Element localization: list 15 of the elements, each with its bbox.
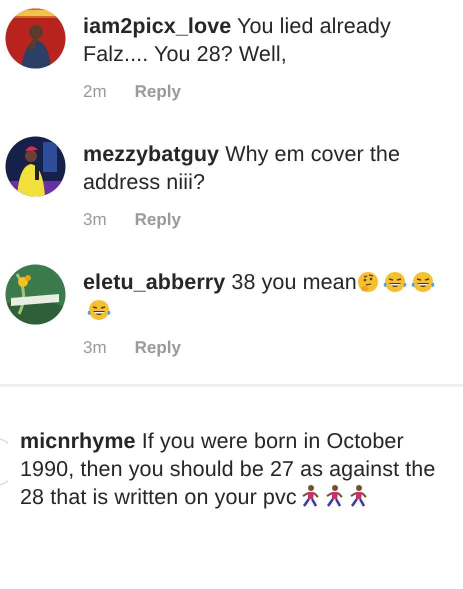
timestamp: 3m	[83, 210, 107, 230]
laughing-face-icon	[382, 271, 407, 293]
timestamp: 2m	[83, 82, 107, 102]
thinking-face-icon	[356, 271, 379, 293]
comment-text: eletu_abberry 38 you mean	[83, 268, 455, 324]
username-link[interactable]: micnrhyme	[20, 429, 136, 453]
username-link[interactable]: mezzybatguy	[83, 142, 220, 166]
laughing-face-icon	[87, 299, 111, 321]
username-link[interactable]: eletu_abberry	[83, 270, 226, 294]
laughing-face-icon	[410, 271, 435, 293]
comment-text: micnrhyme If you were born in October 1990, then you should be 27 as against the 28 that is written on your pvc	[20, 428, 436, 511]
username-link[interactable]: iam2picx_love	[83, 14, 232, 38]
timestamp: 3m	[83, 338, 107, 358]
comment-text: mezzybatguy Why em cover the address niii?	[83, 141, 402, 196]
comment-text: iam2picx_love You lied already Falz.... You 28? Well,	[83, 13, 392, 68]
